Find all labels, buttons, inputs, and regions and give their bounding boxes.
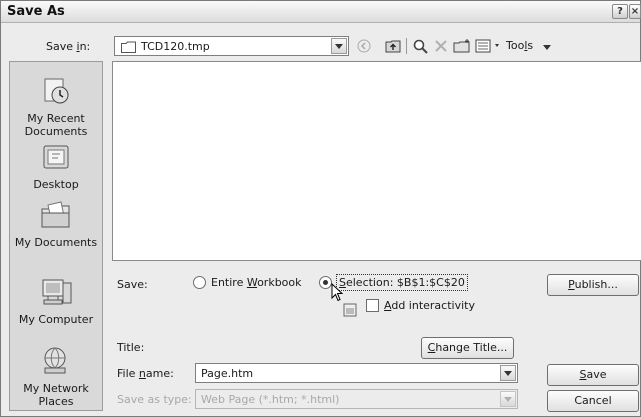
file-name-chevron-icon[interactable] xyxy=(500,365,516,381)
back-icon[interactable] xyxy=(356,37,372,55)
title-label: Title: xyxy=(117,341,145,354)
place-recent-label-1: My Recent xyxy=(27,112,85,125)
entire-workbook-radio[interactable] xyxy=(193,276,206,289)
add-interactivity-label[interactable]: Add interactivity xyxy=(384,299,475,312)
place-desktop-label: Desktop xyxy=(33,178,79,191)
cancel-button[interactable]: Cancel xyxy=(547,390,639,412)
file-name-label: File name: xyxy=(117,367,174,380)
recent-documents-icon xyxy=(10,76,102,109)
save-as-type-value: Web Page (*.htm; *.html) xyxy=(201,393,340,406)
add-interactivity-checkbox[interactable] xyxy=(366,299,379,312)
place-recent-label-2: Documents xyxy=(24,125,88,138)
web-page-icon xyxy=(343,303,357,320)
views-icon[interactable] xyxy=(474,37,504,55)
my-documents-icon xyxy=(10,200,102,233)
window-title: Save As xyxy=(7,4,65,19)
up-folder-icon[interactable] xyxy=(384,37,402,55)
place-my-documents-label: My Documents xyxy=(14,236,98,249)
save-as-type-chevron-icon[interactable] xyxy=(500,391,516,407)
entire-workbook-label[interactable]: Entire Workbook xyxy=(211,276,302,289)
save-in-dropdown[interactable]: TCD120.tmp xyxy=(114,36,349,56)
desktop-icon xyxy=(10,142,102,175)
save-button[interactable]: Save xyxy=(547,364,639,386)
file-list[interactable] xyxy=(112,61,641,261)
tools-chevron-icon xyxy=(543,40,552,53)
place-my-computer[interactable]: My Computer xyxy=(10,277,102,326)
change-title-button[interactable]: Change Title... xyxy=(421,337,514,359)
place-my-computer-label: My Computer xyxy=(18,313,94,326)
publish-button[interactable]: Publish... xyxy=(547,274,639,296)
save-in-value: TCD120.tmp xyxy=(141,40,210,53)
my-computer-icon xyxy=(10,277,102,310)
search-web-icon[interactable] xyxy=(411,37,429,55)
chevron-down-icon[interactable] xyxy=(331,38,347,54)
file-name-value: Page.htm xyxy=(201,367,254,380)
toolbar-separator xyxy=(406,38,407,54)
file-name-input[interactable]: Page.htm xyxy=(195,363,518,383)
place-my-documents[interactable]: My Documents xyxy=(10,200,102,249)
help-button[interactable]: ? xyxy=(612,4,628,19)
places-bar: My Recent Documents Desktop My Documents… xyxy=(9,61,103,411)
save-in-label: Save in: xyxy=(46,40,91,53)
folder-icon xyxy=(121,41,136,56)
place-desktop[interactable]: Desktop xyxy=(10,142,102,191)
delete-icon[interactable] xyxy=(432,37,450,55)
save-as-type-label: Save as type: xyxy=(117,393,192,406)
place-network-label-2: Places xyxy=(38,395,74,408)
selection-label[interactable]: Selection: $B$1:$C$20 xyxy=(336,274,468,291)
place-recent[interactable]: My Recent Documents xyxy=(10,76,102,138)
place-network[interactable]: My Network Places xyxy=(10,346,102,408)
new-folder-icon[interactable] xyxy=(452,37,472,55)
save-label: Save: xyxy=(117,278,148,291)
title-bar[interactable]: Save As ? × xyxy=(1,1,641,23)
place-network-label-1: My Network xyxy=(23,382,89,395)
close-button[interactable]: × xyxy=(629,4,641,19)
save-as-dialog: Save As ? × Save in: TCD120.tmp Tools My… xyxy=(0,0,641,417)
save-as-type-dropdown[interactable]: Web Page (*.htm; *.html) xyxy=(195,389,518,409)
network-places-icon xyxy=(10,346,102,379)
tools-menu[interactable]: Tools xyxy=(506,39,552,53)
